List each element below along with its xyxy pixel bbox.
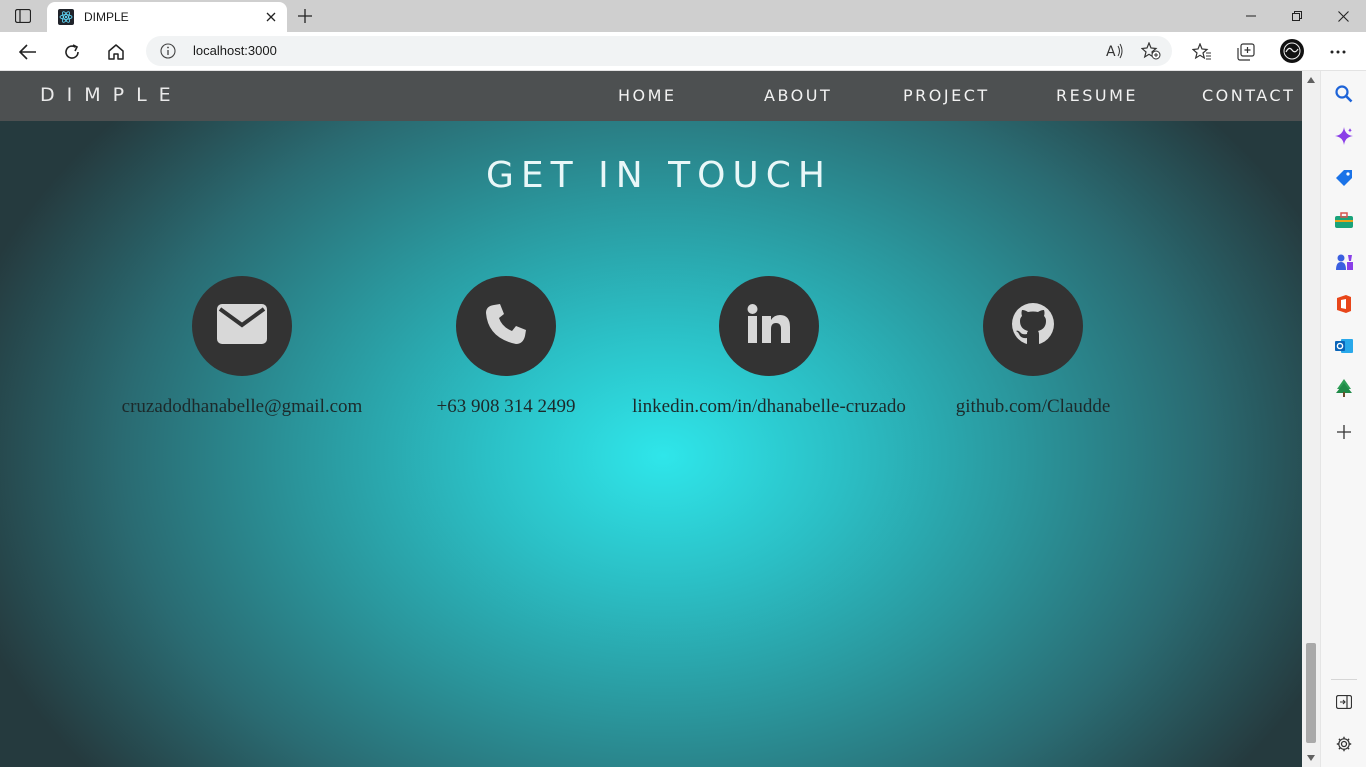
contact-linkedin: linkedin.com/in/dhanabelle-cruzado xyxy=(624,276,914,426)
refresh-icon[interactable] xyxy=(58,38,86,66)
github-link[interactable] xyxy=(983,276,1083,376)
more-menu-icon[interactable] xyxy=(1324,38,1352,66)
sidebar-divider xyxy=(1331,679,1357,680)
svg-text:A: A xyxy=(1106,44,1116,59)
site-navbar: DIMPLE HOME ABOUT PROJECT RESUME CONTACT xyxy=(0,71,1302,121)
add-favorite-icon[interactable] xyxy=(1140,41,1162,61)
tools-briefcase-icon[interactable] xyxy=(1333,209,1355,231)
linkedin-icon xyxy=(747,303,791,349)
copilot-sparkle-icon[interactable] xyxy=(1333,125,1355,147)
read-aloud-icon[interactable]: A xyxy=(1104,41,1126,61)
minimize-icon[interactable] xyxy=(1228,0,1274,32)
browser-tab[interactable]: DIMPLE xyxy=(47,2,287,32)
new-tab-icon[interactable] xyxy=(294,5,316,27)
profile-avatar[interactable] xyxy=(1280,39,1304,63)
contact-phone: +63 908 314 2499 xyxy=(361,276,651,426)
nav-resume[interactable]: RESUME xyxy=(1056,86,1138,105)
tree-icon[interactable] xyxy=(1333,377,1355,399)
contact-github: github.com/Claudde xyxy=(888,276,1178,426)
tab-actions-icon[interactable] xyxy=(12,6,34,26)
page-viewport: DIMPLE HOME ABOUT PROJECT RESUME CONTACT… xyxy=(0,71,1302,767)
browser-toolbar: localhost:3000 A xyxy=(0,32,1366,71)
contact-linkedin-text[interactable]: linkedin.com/in/dhanabelle-cruzado xyxy=(624,396,914,418)
add-sidebar-app-icon[interactable] xyxy=(1333,421,1355,443)
games-icon[interactable] xyxy=(1333,251,1355,273)
outlook-icon[interactable] xyxy=(1333,335,1355,357)
react-favicon-icon xyxy=(58,9,74,25)
home-icon[interactable] xyxy=(102,38,130,66)
linkedin-link[interactable] xyxy=(719,276,819,376)
phone-icon xyxy=(485,303,527,350)
section-title: GET IN TOUCH xyxy=(486,155,832,196)
contact-email: cruzadodhanabelle@gmail.com xyxy=(97,276,387,426)
tab-title: DIMPLE xyxy=(84,10,129,24)
collections-icon[interactable] xyxy=(1232,38,1260,66)
scroll-down-icon[interactable] xyxy=(1306,753,1316,763)
url-text: localhost:3000 xyxy=(193,43,277,58)
edge-sidebar xyxy=(1320,71,1366,767)
favorites-icon[interactable] xyxy=(1188,38,1216,66)
contact-phone-text[interactable]: +63 908 314 2499 xyxy=(361,396,651,418)
site-info-icon[interactable] xyxy=(160,43,176,59)
close-window-icon[interactable] xyxy=(1320,0,1366,32)
close-tab-icon[interactable] xyxy=(261,7,281,27)
page-scrollbar[interactable] xyxy=(1302,71,1320,767)
restore-icon[interactable] xyxy=(1274,0,1320,32)
contact-github-text[interactable]: github.com/Claudde xyxy=(888,396,1178,418)
phone-link[interactable] xyxy=(456,276,556,376)
site-brand[interactable]: DIMPLE xyxy=(40,84,183,106)
back-icon[interactable] xyxy=(14,38,42,66)
search-icon[interactable] xyxy=(1333,83,1355,105)
settings-gear-icon[interactable] xyxy=(1333,733,1355,755)
nav-project[interactable]: PROJECT xyxy=(903,86,990,105)
nav-home[interactable]: HOME xyxy=(618,86,677,105)
envelope-icon xyxy=(217,303,267,349)
shopping-tag-icon[interactable] xyxy=(1333,167,1355,189)
github-icon xyxy=(1011,302,1055,351)
email-link[interactable] xyxy=(192,276,292,376)
contact-email-text[interactable]: cruzadodhanabelle@gmail.com xyxy=(97,396,387,418)
address-bar[interactable]: localhost:3000 A xyxy=(146,36,1172,66)
scrollbar-thumb[interactable] xyxy=(1306,643,1316,743)
hide-sidebar-icon[interactable] xyxy=(1333,691,1355,713)
tab-strip: DIMPLE xyxy=(0,0,1366,32)
scroll-up-icon[interactable] xyxy=(1306,75,1316,85)
nav-contact[interactable]: CONTACT xyxy=(1202,86,1295,105)
nav-about[interactable]: ABOUT xyxy=(764,86,832,105)
office-icon[interactable] xyxy=(1333,293,1355,315)
